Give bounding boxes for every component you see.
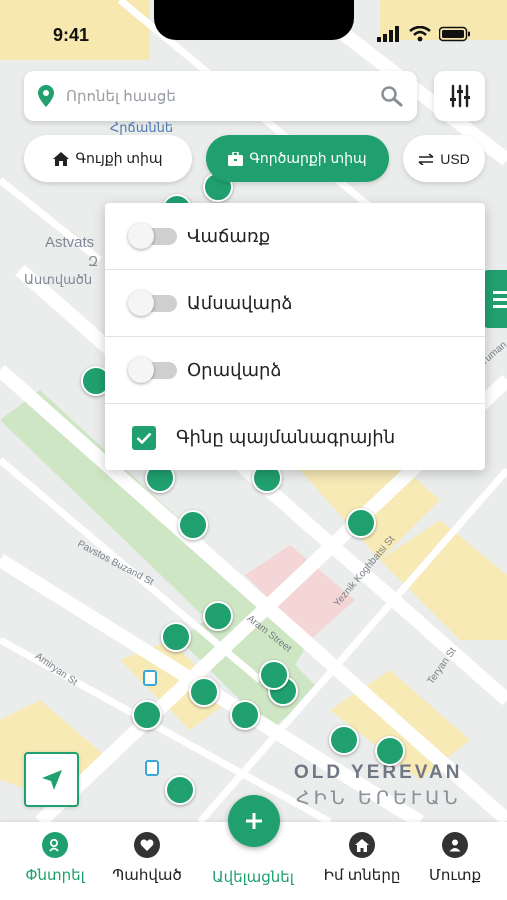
dropdown-item-sale[interactable]: Վաճառք bbox=[105, 203, 485, 270]
sale-toggle[interactable] bbox=[128, 222, 177, 249]
transaction-type-label: Գործարքի տիպ bbox=[249, 150, 367, 166]
monthly-rent-toggle[interactable] bbox=[128, 289, 177, 316]
property-pin[interactable] bbox=[329, 725, 359, 755]
map-label-astvats: Astvats bbox=[45, 234, 95, 251]
nav-item-login[interactable]: Մուտք bbox=[410, 832, 500, 884]
exchange-icon bbox=[418, 152, 434, 165]
user-icon bbox=[442, 832, 468, 858]
transaction-type-dropdown: Վաճառք Ամսավարձ Օրավարձ Գինը պայմանագրայ… bbox=[105, 203, 485, 470]
nav-label: Պահված bbox=[112, 867, 182, 884]
checkmark-icon bbox=[136, 432, 152, 444]
filter-button[interactable] bbox=[434, 71, 485, 121]
transit-icon bbox=[143, 670, 157, 686]
dropdown-item-label: Գինը պայմանագրային bbox=[176, 427, 396, 447]
nav-item-search[interactable]: Փնտրել bbox=[10, 832, 100, 884]
home-icon bbox=[349, 832, 375, 858]
map-label-old-yerevan: OLD YEREVAN bbox=[294, 762, 463, 783]
system-icons bbox=[377, 26, 471, 42]
property-type-chip[interactable]: Գույքի տիպ bbox=[24, 135, 192, 182]
nav-label: Մուտք bbox=[428, 867, 482, 884]
property-pin[interactable] bbox=[259, 660, 289, 690]
currency-label: USD bbox=[440, 150, 470, 167]
property-pin[interactable] bbox=[230, 700, 260, 730]
briefcase-icon bbox=[228, 151, 244, 166]
navigation-arrow-icon bbox=[41, 769, 62, 790]
my-location-button[interactable] bbox=[24, 752, 79, 807]
wifi-icon bbox=[409, 26, 431, 42]
dropdown-item-label: Ամսավարձ bbox=[187, 292, 293, 313]
currency-chip[interactable]: USD bbox=[403, 135, 485, 182]
plus-icon bbox=[246, 813, 262, 829]
nav-item-my-homes[interactable]: Իմ տները bbox=[317, 832, 407, 884]
dropdown-item-label: Վաճառք bbox=[187, 225, 271, 246]
nav-label: Իմ տները bbox=[323, 867, 401, 884]
property-pin[interactable] bbox=[346, 508, 376, 538]
sliders-icon bbox=[449, 84, 470, 108]
property-pin[interactable] bbox=[375, 736, 405, 766]
transit-icon bbox=[145, 760, 159, 776]
status-time: 9:41 bbox=[53, 25, 90, 45]
property-pin[interactable] bbox=[189, 677, 219, 707]
map-label-old-yerevan-arm: ՀԻՆ ԵՐԵՒԱՆ bbox=[296, 788, 462, 809]
location-pin-icon bbox=[38, 85, 54, 107]
map-label-astvats-arm: Աստվածն bbox=[24, 272, 93, 287]
signal-icon bbox=[377, 26, 399, 42]
transaction-type-chip[interactable]: Գործարքի տիպ bbox=[206, 135, 389, 182]
property-pin[interactable] bbox=[178, 510, 208, 540]
property-pin[interactable] bbox=[132, 700, 162, 730]
nav-label: Ավելացնել bbox=[212, 869, 294, 886]
dropdown-item-negotiable[interactable]: Գինը պայմանագրային bbox=[105, 404, 485, 471]
nav-item-saved[interactable]: Պահված bbox=[102, 832, 192, 884]
add-listing-button[interactable] bbox=[228, 795, 280, 847]
search-home-icon bbox=[42, 832, 68, 858]
negotiable-checkbox[interactable] bbox=[132, 425, 156, 450]
dropdown-item-label: Օրավարձ bbox=[187, 359, 282, 380]
status-bar: 9:41 bbox=[0, 0, 507, 60]
nav-item-add[interactable]: Ավելացնել bbox=[208, 868, 298, 886]
device-notch bbox=[154, 0, 354, 40]
daily-rent-toggle[interactable] bbox=[128, 356, 177, 383]
search-icon[interactable] bbox=[379, 84, 403, 108]
menu-icon bbox=[493, 291, 507, 308]
side-panel-tab[interactable] bbox=[484, 270, 507, 328]
map-label-partial: Զ bbox=[88, 254, 99, 269]
nav-label: Փնտրել bbox=[25, 867, 85, 884]
search-input[interactable] bbox=[66, 87, 379, 105]
property-pin[interactable] bbox=[161, 622, 191, 652]
property-pin[interactable] bbox=[203, 601, 233, 631]
heart-icon bbox=[134, 832, 160, 858]
battery-icon bbox=[439, 26, 470, 42]
map-label-top: Հրճաննե bbox=[110, 120, 174, 135]
search-bar[interactable] bbox=[24, 71, 417, 121]
dropdown-item-monthly-rent[interactable]: Ամսավարձ bbox=[105, 270, 485, 337]
dropdown-item-daily-rent[interactable]: Օրավարձ bbox=[105, 337, 485, 404]
home-icon bbox=[53, 151, 70, 166]
property-type-label: Գույքի տիպ bbox=[75, 150, 163, 166]
property-pin[interactable] bbox=[165, 775, 195, 805]
